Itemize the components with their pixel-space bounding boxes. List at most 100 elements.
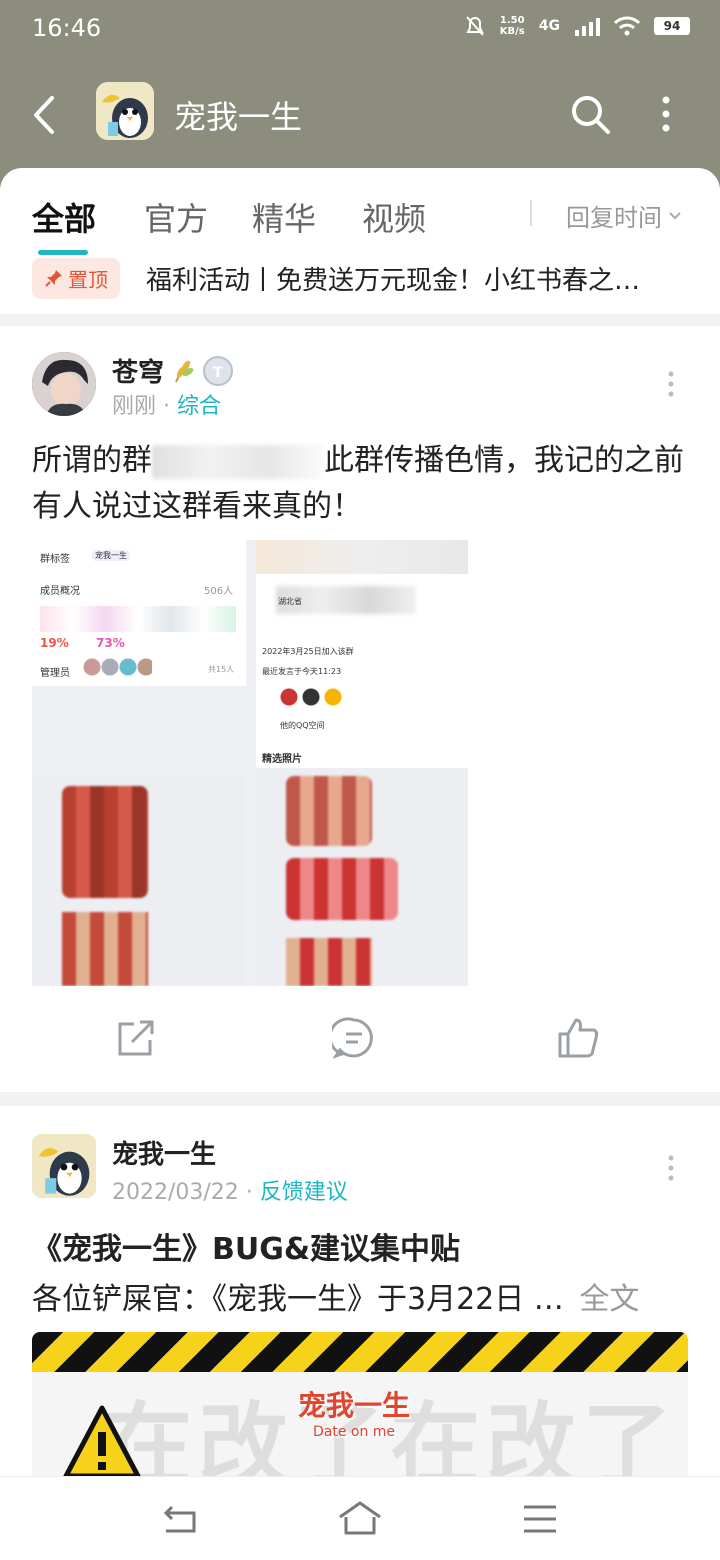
blurred-photo-2 [62,912,148,986]
post-actions [0,1016,720,1066]
post-meta: 2022/03/22 · 反馈建议 [112,1174,348,1206]
like-icon[interactable] [556,1016,600,1060]
speed-unit: KB/s [499,26,525,37]
system-nav-bar [0,1476,720,1560]
blurred-header [256,540,468,574]
pinned-badge-label: 置顶 [68,267,108,292]
post-banner-image[interactable]: 在改了在改了 宠我一生 Date on me [32,1332,688,1492]
pinned-title[interactable]: 福利活动丨免费送万元现金！小红书春之… [146,260,640,297]
post-more-icon[interactable] [664,370,678,398]
blurred-text [152,444,324,479]
speed-value: 1.50 [499,15,525,26]
screenshot-left-panel: 群标签 宠我一生 成员概况 506人 19% 73% 管理员 共15人 [32,540,246,986]
network-type: 4G [538,18,560,34]
region-text: 湖北省 [278,597,302,606]
network-speed: 1.50 KB/s [500,15,525,37]
meta-separator: · [163,394,178,419]
status-bar: 16:46 1.50 KB/s 4G 94 [0,0,720,56]
banner-logo: 宠我一生 Date on me [298,1384,410,1440]
group-tag-value: 宠我一生 [92,550,130,561]
svg-text:T: T [213,365,223,381]
summary-text: 各位铲屎官：《宠我一生》于3月22日 … [32,1282,564,1317]
blurred-photo-1 [62,786,148,898]
admin-label: 管理员 [40,668,70,679]
blurred-photo-3 [286,776,372,846]
forum-avatar[interactable] [96,82,154,140]
caution-stripe [32,1332,688,1372]
post-category[interactable]: 综合 [177,394,221,419]
post-time: 刚刚 [112,394,157,419]
post-time: 2022/03/22 [112,1180,239,1205]
post-title[interactable]: 《宠我一生》BUG&建议集中贴 [32,1224,460,1268]
comment-icon[interactable] [332,1016,376,1060]
member-count: 506人 [204,586,234,597]
post-image[interactable]: 群标签 宠我一生 成员概况 506人 19% 73% 管理员 共15人 湖北省 … [32,540,468,986]
qq-space-link: 他的QQ空间 [280,721,325,730]
admin-count: 共15人 [208,665,235,674]
back-icon[interactable] [28,94,62,136]
stat-percent-1: 19% [40,636,69,650]
members-label: 成员概况 [40,586,80,597]
tab-official[interactable]: 官方 [144,194,208,240]
forum-header: 宠我一生 [0,70,720,160]
share-icon[interactable] [114,1016,158,1060]
wifi-icon [614,16,640,36]
avatar[interactable] [32,352,96,416]
sort-dropdown[interactable]: 回复时间 [566,198,682,233]
penguin-icon [32,1134,96,1198]
search-icon[interactable] [568,92,612,136]
post-card[interactable]: 宠我一生 2022/03/22 · 反馈建议 《宠我一生》BUG&建议集中贴 各… [0,1106,720,1492]
sort-label: 回复时间 [566,204,662,232]
group-tag-label: 群标签 [40,554,70,565]
post-author[interactable]: 苍穹 T [112,352,234,389]
pinned-post[interactable]: 置顶 福利活动丨免费送万元现金！小红书春之… [32,256,692,300]
post-author[interactable]: 宠我一生 [112,1134,216,1171]
sort-divider [530,200,532,226]
nav-home-icon[interactable] [338,1499,382,1539]
battery-indicator: 94 [654,17,690,35]
full-text-link[interactable]: 全文 [579,1282,639,1317]
warning-icon [63,1405,141,1479]
chevron-down-icon [669,211,681,219]
tab-panel: 全部 官方 精华 视频 回复时间 置顶 福利活动丨免费送万元现金！小红书春之… [0,168,720,314]
nav-back-icon[interactable] [158,1499,202,1539]
post-category[interactable]: 反馈建议 [260,1180,348,1205]
post-meta: 刚刚 · 综合 [112,388,221,420]
joined-text: 2022年3月25日加入该群 [262,647,354,656]
blurred-stats [40,606,236,632]
author-name: 宠我一生 [112,1140,217,1170]
post-text-before: 所谓的群 [32,443,152,478]
post-card[interactable]: 苍穹 T 刚刚 · 综合 所谓的群 此群传播色情，我记的之前有人说过这群看来真的！… [0,326,720,1092]
last-speak-text: 最近发言于今天11:23 [262,667,342,676]
banner-logo-text: 宠我一生 [298,1389,411,1422]
blurred-photo-4 [286,858,398,920]
tab-video[interactable]: 视频 [362,194,426,240]
forum-title: 宠我一生 [174,98,303,136]
author-name: 苍穹 [112,358,165,388]
signal-icon [575,18,600,36]
screenshot-gap [32,686,246,774]
active-tab-indicator [38,250,88,255]
status-time: 16:46 [32,14,102,42]
level-badge-icon: T [203,355,234,386]
stat-percent-2: 73% [96,636,125,650]
post-body: 所谓的群 此群传播色情，我记的之前有人说过这群看来真的！ [32,438,692,530]
blurred-photo-5 [286,938,372,986]
badge-icons [280,688,350,706]
admin-avatars [82,658,152,676]
status-icons: 1.50 KB/s 4G 94 [464,14,690,38]
pin-icon [45,270,62,287]
mute-icon [466,16,484,36]
photos-label: 精选照片 [262,754,302,765]
post-summary: 各位铲屎官：《宠我一生》于3月22日 … 全文 [32,1274,639,1318]
nav-menu-icon[interactable] [518,1499,562,1539]
penguin-icon [96,82,154,140]
screenshot-right-panel: 湖北省 2022年3月25日加入该群 最近发言于今天11:23 他的QQ空间 精… [256,540,468,986]
wheat-badge-icon [175,360,194,382]
more-icon[interactable] [656,92,676,136]
avatar[interactable] [32,1134,96,1198]
tab-all[interactable]: 全部 [32,194,96,240]
tab-featured[interactable]: 精华 [252,194,316,240]
banner-logo-sub: Date on me [312,1424,396,1440]
post-more-icon[interactable] [664,1154,678,1182]
